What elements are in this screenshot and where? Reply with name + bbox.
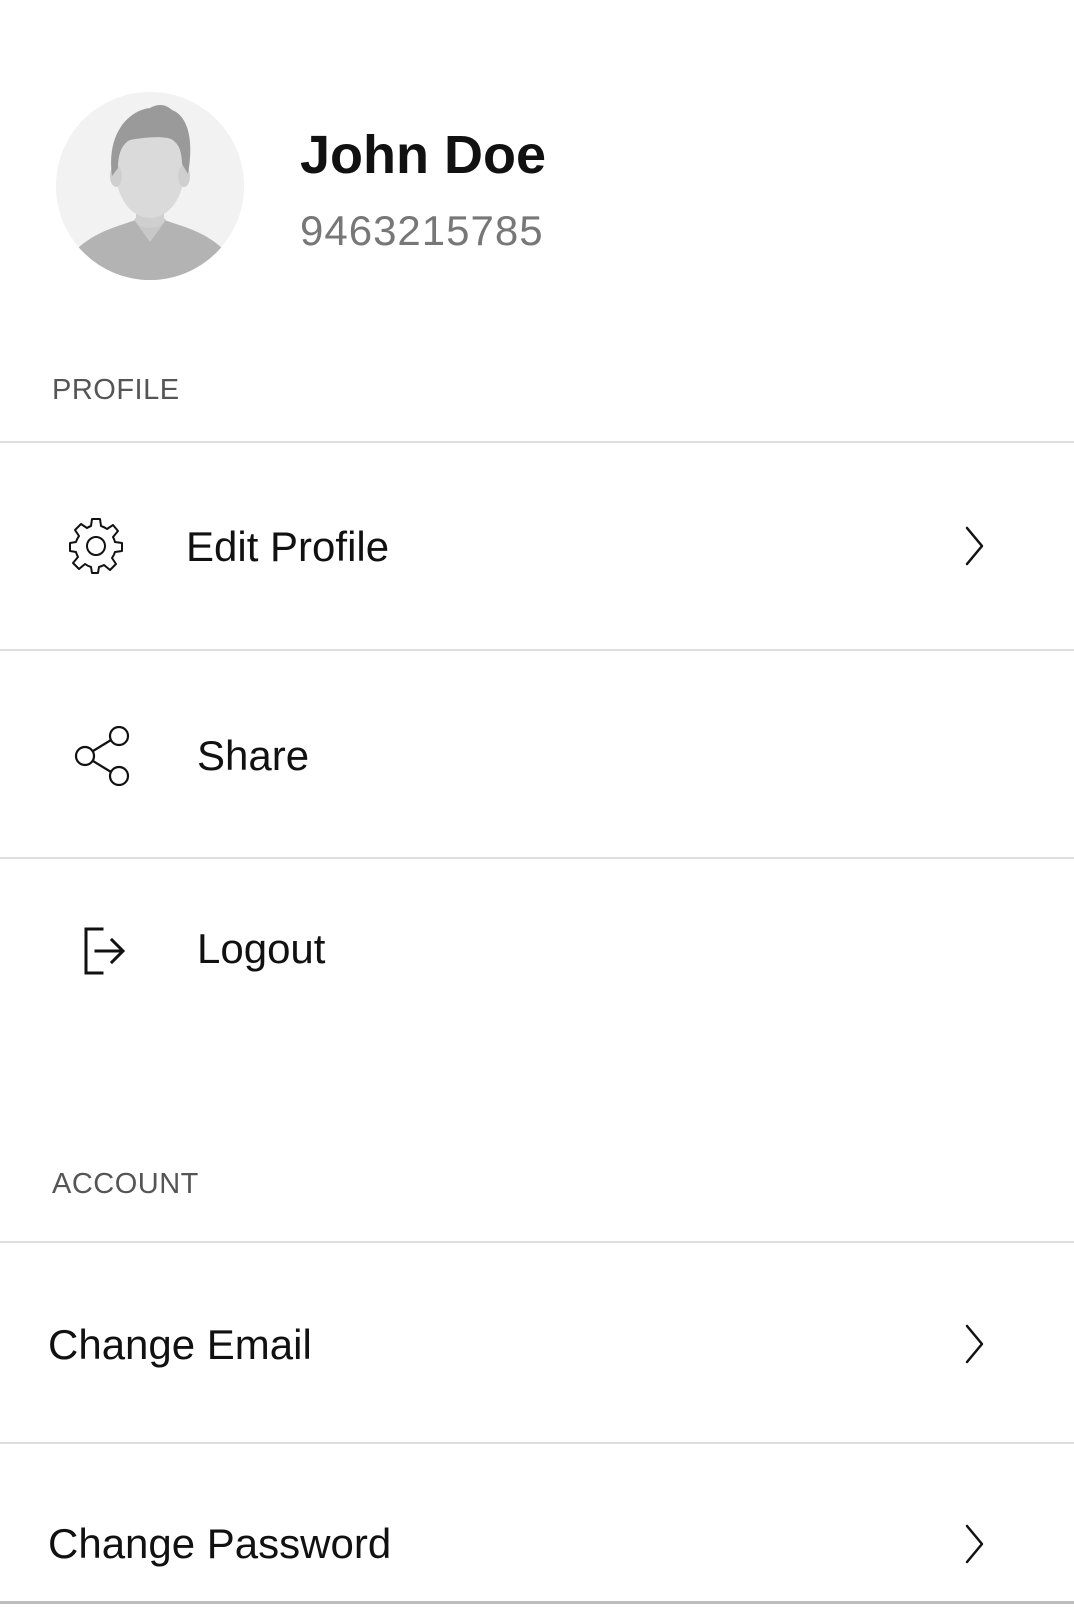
profile-header: John Doe 9463215785: [0, 0, 1074, 340]
change-password-label: Change Password: [48, 1520, 392, 1567]
user-phone: 9463215785: [300, 207, 544, 254]
logout-label: Logout: [197, 925, 326, 972]
change-password-button[interactable]: Change Password: [0, 1444, 1074, 1601]
chevron-right-icon: [962, 1522, 986, 1566]
edit-profile-button[interactable]: Edit Profile: [0, 443, 1074, 649]
avatar-placeholder-icon: [56, 92, 244, 280]
chevron-right-icon: [962, 524, 986, 568]
divider: [0, 1601, 1074, 1604]
share-icon: [72, 726, 132, 786]
change-email-button[interactable]: Change Email: [0, 1243, 1074, 1442]
section-label-profile: PROFILE: [52, 374, 180, 406]
logout-button[interactable]: Logout: [0, 859, 1074, 1049]
share-button[interactable]: Share: [0, 651, 1074, 857]
share-label: Share: [197, 732, 310, 779]
avatar[interactable]: [56, 92, 244, 280]
user-name: John Doe: [300, 125, 547, 185]
logout-icon: [80, 921, 140, 981]
change-email-label: Change Email: [48, 1321, 312, 1368]
edit-profile-label: Edit Profile: [186, 523, 390, 570]
chevron-right-icon: [962, 1322, 986, 1366]
gear-icon: [66, 515, 126, 575]
section-label-account: ACCOUNT: [52, 1168, 199, 1200]
